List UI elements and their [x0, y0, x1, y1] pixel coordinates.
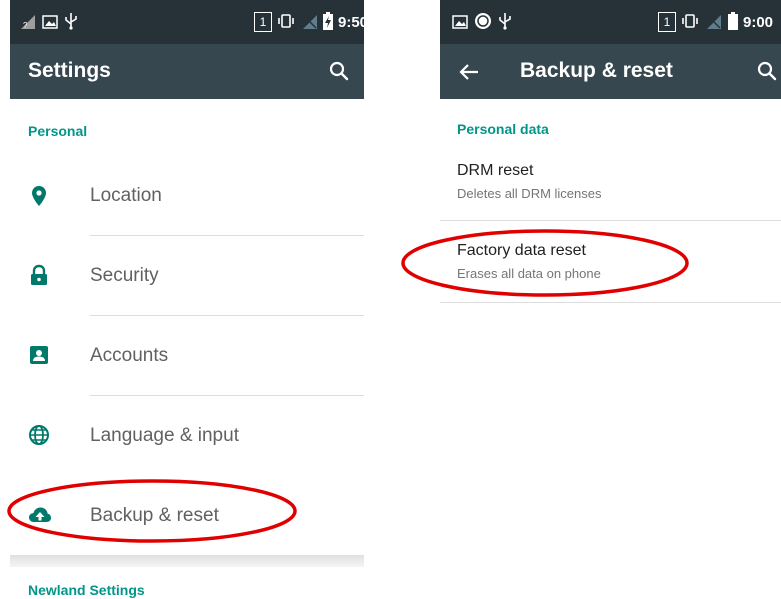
status-time: 9:50 [338, 14, 364, 31]
status-bar: 1 9:00 [440, 0, 781, 44]
page-title: Backup & reset [520, 59, 673, 82]
item-subtitle: Erases all data on phone [457, 266, 601, 281]
item-subtitle: Deletes all DRM licenses [457, 186, 602, 201]
app-notification-icon [475, 13, 491, 29]
settings-item-label: Language & input [90, 425, 239, 446]
section-header-personal-data: Personal data [457, 121, 549, 137]
search-icon[interactable] [756, 60, 778, 82]
section-header-personal: Personal [28, 123, 88, 139]
app-bar: Settings [10, 44, 364, 99]
sim-slot-icon: 1 [254, 12, 272, 32]
globe-icon [29, 425, 49, 445]
section-separator [10, 555, 364, 567]
account-box-icon [30, 346, 48, 364]
battery-charging-icon [323, 12, 333, 30]
settings-item-label: Location [90, 185, 162, 206]
drm-reset-item[interactable]: DRM reset Deletes all DRM licenses [440, 150, 781, 220]
battery-full-icon [728, 12, 738, 30]
settings-item-accounts[interactable]: Accounts [10, 316, 364, 395]
vibrate-icon [278, 14, 294, 28]
location-pin-icon [32, 186, 46, 206]
no-signal-icon [303, 15, 317, 29]
item-title: Factory data reset [457, 242, 586, 259]
no-signal-icon [707, 15, 721, 29]
sim-slot-icon: 1 [658, 12, 676, 32]
status-bar: ? 1 9:50 [10, 0, 364, 44]
search-icon[interactable] [328, 60, 350, 82]
settings-screen: ? 1 9:50 Settings Personal Location Secu… [10, 0, 364, 599]
settings-item-label: Accounts [90, 345, 169, 366]
settings-item-label: Backup & reset [90, 505, 219, 526]
status-time: 9:00 [743, 14, 774, 31]
app-bar: Backup & reset [440, 44, 781, 99]
settings-item-language[interactable]: Language & input [10, 396, 364, 475]
usb-icon [65, 13, 77, 30]
back-arrow-icon[interactable] [458, 62, 480, 82]
settings-item-label: Security [90, 265, 159, 286]
section-header-newland: Newland Settings [28, 582, 145, 598]
divider [440, 302, 781, 303]
vibrate-icon [682, 14, 698, 28]
usb-icon [499, 13, 511, 30]
lock-icon [31, 264, 47, 285]
image-notification-icon [42, 15, 58, 29]
image-notification-icon [452, 15, 468, 29]
settings-item-security[interactable]: Security [10, 236, 364, 315]
backup-reset-screen: 1 9:00 Backup & reset Personal data DRM … [440, 0, 781, 305]
divider [440, 220, 781, 221]
cloud-upload-icon [29, 507, 51, 522]
settings-item-backup-reset[interactable]: Backup & reset [10, 476, 364, 555]
svg-text:?: ? [23, 21, 28, 30]
settings-item-location[interactable]: Location [10, 156, 364, 235]
signal-icon: ? [21, 15, 35, 30]
factory-data-reset-item[interactable]: Factory data reset Erases all data on ph… [440, 232, 781, 302]
item-title: DRM reset [457, 162, 534, 179]
page-title: Settings [28, 59, 111, 82]
